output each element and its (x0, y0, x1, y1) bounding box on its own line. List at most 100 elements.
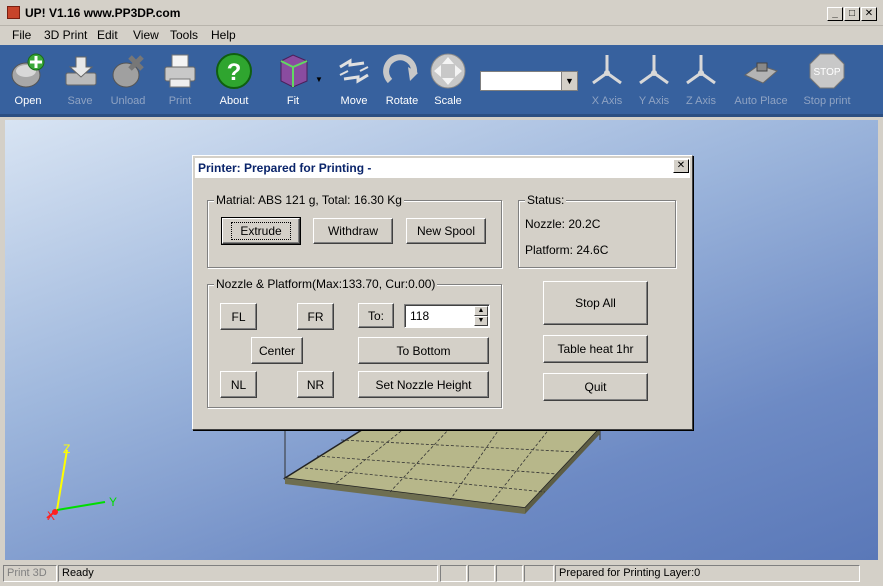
open-label: Open (14, 95, 42, 107)
fl-button[interactable]: FL (220, 303, 257, 330)
about-label: About (219, 95, 249, 107)
to-button[interactable]: To: (358, 303, 394, 328)
menu-bar: File 3D Print Edit View Tools Help (0, 26, 883, 45)
unload-button[interactable]: Unload (106, 51, 150, 113)
axis-x-label: X (47, 509, 55, 523)
fr-button[interactable]: FR (297, 303, 334, 330)
about-button[interactable]: ? About (212, 51, 256, 113)
dialog-title: Printer: Prepared for Printing - (195, 158, 690, 178)
save-icon (65, 56, 97, 86)
stop-sign-text: STOP (813, 67, 840, 78)
status-pane-empty (524, 565, 554, 582)
y-axis-button[interactable]: Y Axis (632, 51, 676, 113)
menu-tools[interactable]: Tools (170, 28, 198, 42)
status-message: Prepared for Printing Layer:0 (555, 565, 860, 582)
z-axis-label: Z Axis (686, 95, 716, 107)
height-input[interactable] (408, 308, 470, 324)
move-icon (339, 58, 369, 84)
withdraw-button[interactable]: Withdraw (313, 218, 393, 244)
menu-file[interactable]: File (12, 28, 31, 42)
fit-button[interactable]: Fit (270, 51, 316, 113)
save-button[interactable]: Save (58, 51, 102, 113)
status-text: Ready (58, 565, 438, 582)
nozzle-platform-group-title: Nozzle & Platform(Max:133.70, Cur:0.00) (214, 277, 438, 291)
new-spool-button[interactable]: New Spool (406, 218, 486, 244)
fit-icon (280, 54, 308, 88)
auto-place-icon (743, 62, 778, 84)
menu-edit[interactable]: Edit (97, 28, 118, 42)
spin-up-icon[interactable]: ▲ (474, 306, 488, 316)
scale-label: Scale (434, 95, 462, 107)
stop-print-button[interactable]: STOP Stop print (800, 51, 854, 113)
rotate-button[interactable]: Rotate (380, 51, 424, 113)
extrude-button[interactable]: Extrude (221, 217, 301, 245)
scale-icon (430, 53, 466, 89)
axis-y-line (56, 501, 106, 511)
table-heat-button[interactable]: Table heat 1hr (543, 335, 648, 363)
status-pane-empty (496, 565, 523, 582)
menu-view[interactable]: View (133, 28, 159, 42)
print-button[interactable]: Print (158, 51, 202, 113)
printer-dialog: Printer: Prepared for Printing - ✕ Matri… (192, 155, 693, 430)
print-label: Print (168, 95, 192, 107)
y-axis-icon (639, 55, 669, 85)
scale-button[interactable]: Scale (426, 51, 470, 113)
nl-button[interactable]: NL (220, 371, 257, 398)
platform-temperature: Platform: 24.6C (525, 243, 609, 257)
build-platform (282, 427, 602, 509)
printer-icon (164, 54, 196, 88)
rotate-icon (383, 54, 418, 84)
x-axis-button[interactable]: X Axis (585, 51, 629, 113)
title-bar: UP! V1.16 www.PP3DP.com _ □ ✕ (0, 0, 883, 26)
nozzle-temperature: Nozzle: 20.2C (525, 217, 601, 231)
to-bottom-button[interactable]: To Bottom (358, 337, 489, 364)
nr-button[interactable]: NR (297, 371, 334, 398)
minimize-button[interactable]: _ (827, 7, 843, 21)
dialog-close-button[interactable]: ✕ (673, 159, 689, 173)
chevron-down-icon[interactable]: ▼ (561, 72, 577, 90)
axis-y-label: Y (109, 495, 117, 509)
fit-dropdown-arrow-icon[interactable]: ▼ (315, 75, 323, 84)
axis-z-line (56, 449, 68, 511)
x-axis-label: X Axis (591, 95, 623, 107)
status-pane-empty (440, 565, 467, 582)
y-axis-label: Y Axis (638, 95, 670, 107)
material-group-title: Matrial: ABS 121 g, Total: 16.30 Kg (214, 193, 404, 207)
svg-text:?: ? (227, 59, 242, 86)
status-bar: Print 3D Ready Prepared for Printing Lay… (0, 563, 883, 586)
scale-combobox[interactable]: ▼ (480, 71, 578, 91)
status-group-title: Status: (525, 193, 567, 207)
save-label: Save (67, 95, 93, 107)
window-title: UP! V1.16 www.PP3DP.com (25, 6, 181, 20)
help-icon: ? (216, 53, 252, 89)
spin-down-icon[interactable]: ▼ (474, 316, 488, 326)
close-button[interactable]: ✕ (861, 7, 877, 21)
app-icon (7, 6, 20, 19)
open-button[interactable]: Open (6, 51, 50, 113)
axis-z-label: Z (63, 442, 70, 456)
menu-3d-print[interactable]: 3D Print (44, 28, 87, 42)
extrude-label: Extrude (231, 222, 291, 240)
unload-label: Unload (110, 95, 146, 107)
move-button[interactable]: Move (332, 51, 376, 113)
z-axis-icon (686, 55, 716, 85)
stop-icon: STOP (809, 53, 845, 89)
status-group: Status: (518, 193, 676, 268)
x-axis-icon (592, 55, 622, 85)
quit-button[interactable]: Quit (543, 373, 648, 401)
maximize-button[interactable]: □ (844, 7, 860, 21)
unload-icon (112, 55, 144, 88)
fit-label: Fit (286, 95, 300, 107)
move-label: Move (340, 95, 368, 107)
z-axis-button[interactable]: Z Axis (679, 51, 723, 113)
status-mode: Print 3D (3, 565, 57, 582)
height-spinbox[interactable]: ▲ ▼ (404, 304, 490, 328)
set-nozzle-height-button[interactable]: Set Nozzle Height (358, 371, 489, 398)
toolbar: Open Save Unload Print ? About Fit ▼ Mov… (0, 45, 883, 117)
auto-place-label: Auto Place (734, 95, 788, 107)
rotate-label: Rotate (385, 95, 419, 107)
auto-place-button[interactable]: Auto Place (732, 51, 790, 113)
center-button[interactable]: Center (251, 337, 303, 364)
stop-all-button[interactable]: Stop All (543, 281, 648, 325)
menu-help[interactable]: Help (211, 28, 236, 42)
